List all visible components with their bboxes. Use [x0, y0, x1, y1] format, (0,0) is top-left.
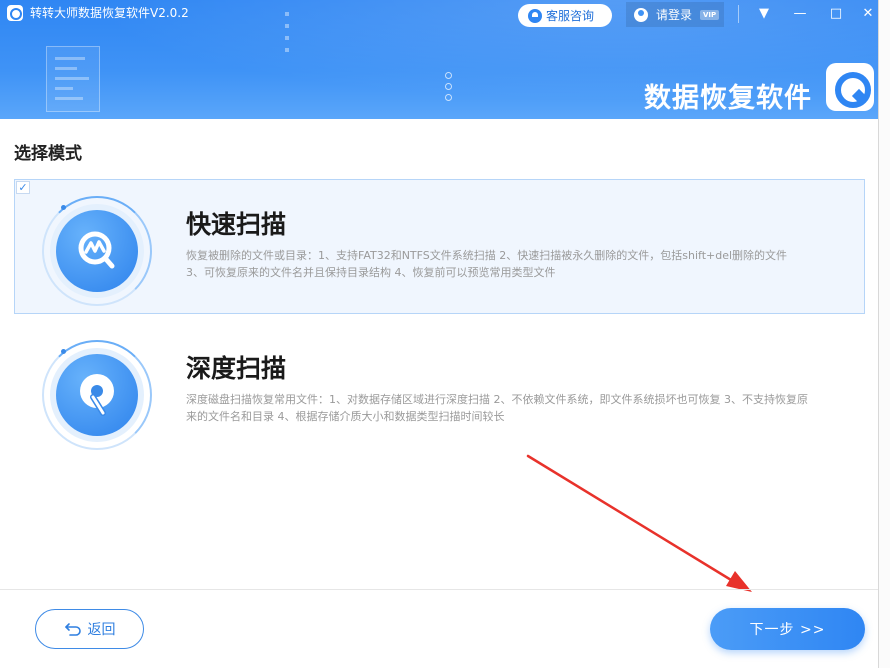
back-button[interactable]: 返回 [35, 609, 144, 649]
footer-divider [0, 589, 878, 590]
return-arrow-icon [64, 623, 81, 636]
next-step-label: 下一步 >> [749, 622, 826, 638]
next-step-button[interactable]: 下一步 >> [710, 608, 865, 650]
annotation-arrow [526, 454, 752, 592]
background-window-edge [878, 0, 890, 668]
back-button-label: 返回 [87, 622, 116, 638]
app-window: 转转大师数据恢复软件V2.0.2 客服咨询 请登录 VIP ▼ — □ ✕ 数据… [0, 0, 878, 668]
